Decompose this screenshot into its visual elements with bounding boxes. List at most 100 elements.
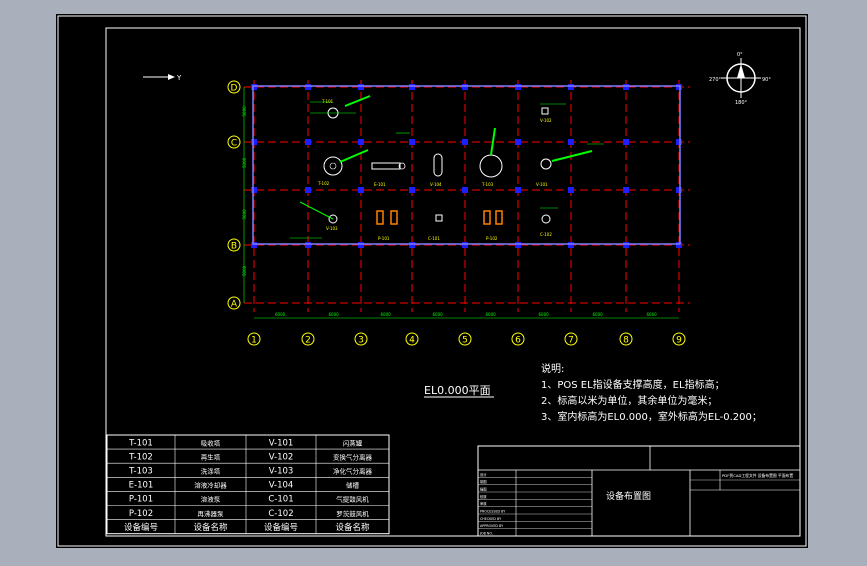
label-t102: T-102 <box>317 181 330 186</box>
table-cell: V-104 <box>269 481 294 491</box>
table-cell: 吸收塔 <box>201 438 221 447</box>
label-v102: V-102 <box>540 118 552 123</box>
label-c102: C-102 <box>540 232 552 237</box>
column-marker <box>623 84 629 90</box>
column-marker <box>623 187 629 193</box>
svg-text:8: 8 <box>623 336 629 346</box>
table-cell: 储槽 <box>346 481 360 490</box>
column-marker <box>409 139 415 145</box>
column-marker <box>462 139 468 145</box>
svg-text:3: 3 <box>358 336 364 346</box>
note-1: 1、POS EL指设备支撑高度，EL指标高； <box>541 378 725 391</box>
table-cell: E-101 <box>129 481 154 491</box>
column-marker <box>462 84 468 90</box>
title-block-right-top: PDF到CAD工程文件 设备布置图 平面布置 <box>722 473 793 478</box>
column-marker <box>409 84 415 90</box>
svg-text:B: B <box>231 242 237 252</box>
label-e101: E-101 <box>374 182 386 187</box>
svg-text:5: 5 <box>462 336 468 346</box>
column-marker <box>515 139 521 145</box>
label-t103: T-103 <box>481 182 494 187</box>
table-cell: 设备名称 <box>193 522 228 533</box>
table-cell: 变换气分离器 <box>333 452 373 461</box>
dim-label-bottom: 6000 <box>275 312 286 317</box>
table-cell: 闪蒸罐 <box>343 438 363 447</box>
label-c101: C-101 <box>428 236 440 241</box>
table-cell: 洗涤塔 <box>201 466 221 475</box>
table-cell: 溶液冷却器 <box>194 481 227 490</box>
table-cell: 再生塔 <box>201 452 221 461</box>
table-cell: P-102 <box>129 509 153 519</box>
title-block-label: JOB NO. <box>479 532 493 536</box>
table-cell: T-101 <box>128 438 153 448</box>
svg-text:7: 7 <box>568 336 574 346</box>
canvas-area <box>56 14 808 548</box>
compass-west: 270° <box>709 77 722 83</box>
table-cell: 罗茨鼓风机 <box>336 509 369 518</box>
table-cell: 设备编号 <box>124 522 158 533</box>
label-p101: P-101 <box>378 236 390 241</box>
svg-text:D: D <box>231 84 238 94</box>
table-cell: 溶液泵 <box>201 495 221 504</box>
axis-indicator-label: Y <box>176 74 182 82</box>
label-v103: V-103 <box>326 226 338 231</box>
column-marker <box>251 84 257 90</box>
drawing-viewport[interactable]: Y 0° 270° 90° 180° 6000 6000 6000 6000 6000 6… <box>0 0 867 562</box>
column-marker <box>623 242 629 248</box>
dim-label-left: 5000 <box>242 265 247 276</box>
cad-sheet: Y 0° 270° 90° 180° 6000 6000 6000 6000 6000 6… <box>56 14 808 548</box>
column-marker <box>515 187 521 193</box>
svg-text:A: A <box>231 300 238 310</box>
column-marker <box>462 242 468 248</box>
table-cell: 净化气分离器 <box>333 466 373 475</box>
table-cell: V-102 <box>269 452 294 462</box>
column-marker <box>305 242 311 248</box>
column-marker <box>568 242 574 248</box>
svg-text:4: 4 <box>409 336 415 346</box>
table-cell: V-103 <box>269 466 294 476</box>
column-marker <box>251 187 257 193</box>
table-cell: 设备名称 <box>335 522 370 533</box>
dim-label-left: 5000 <box>242 209 247 220</box>
table-cell: V-101 <box>269 438 294 448</box>
column-marker <box>305 139 311 145</box>
dim-label-bottom: 6000 <box>647 312 658 317</box>
column-marker <box>305 187 311 193</box>
column-marker <box>515 84 521 90</box>
column-marker <box>568 139 574 145</box>
dim-label-bottom: 6000 <box>593 312 604 317</box>
table-cell: T-102 <box>128 452 153 462</box>
column-marker <box>462 187 468 193</box>
column-marker <box>305 84 311 90</box>
column-marker <box>251 242 257 248</box>
dim-label-bottom: 6000 <box>329 312 340 317</box>
label-v101: V-101 <box>536 182 548 187</box>
label-v104: V-104 <box>430 182 442 187</box>
dim-label-bottom: 6000 <box>381 312 392 317</box>
dim-label-left: 5000 <box>242 106 247 117</box>
svg-text:2: 2 <box>305 336 311 346</box>
table-cell: 设备编号 <box>264 522 298 533</box>
column-marker <box>358 139 364 145</box>
drawing-name: 设备布置图 <box>606 490 651 502</box>
column-marker <box>358 84 364 90</box>
title-block-label: CHECKED BY <box>480 517 502 521</box>
compass-east: 90° <box>762 77 771 83</box>
table-cell: T-103 <box>128 466 153 476</box>
title-block-label: 设计 <box>480 472 487 477</box>
column-marker <box>568 187 574 193</box>
column-marker <box>568 84 574 90</box>
column-marker <box>409 187 415 193</box>
svg-text:9: 9 <box>676 336 682 346</box>
table-cell: C-102 <box>268 509 293 519</box>
title-block-label: 校核 <box>480 494 487 499</box>
column-marker <box>676 187 682 193</box>
title-block-label: APPROVED BY <box>480 524 504 528</box>
column-marker <box>358 187 364 193</box>
column-marker <box>676 139 682 145</box>
column-marker <box>358 242 364 248</box>
table-cell: C-101 <box>268 495 293 505</box>
notes-heading: 说明: <box>541 362 564 375</box>
dim-label-bottom: 6000 <box>486 312 497 317</box>
dim-label-bottom: 6000 <box>433 312 444 317</box>
